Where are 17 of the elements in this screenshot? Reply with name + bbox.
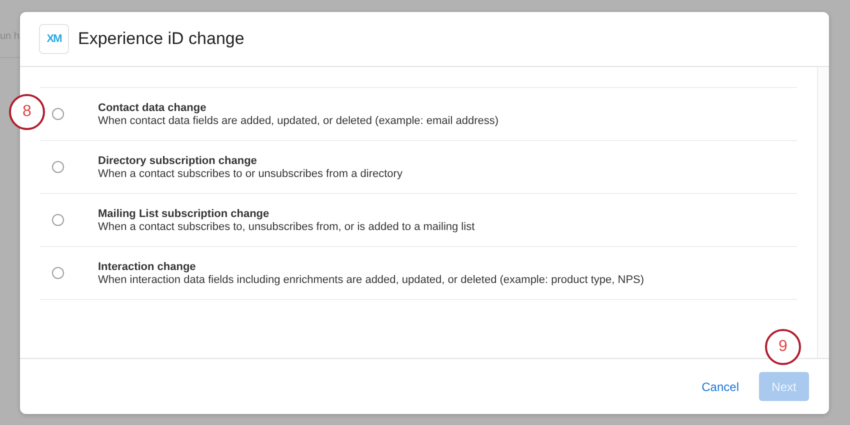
radio-button[interactable]	[52, 267, 64, 279]
cancel-button[interactable]: Cancel	[702, 374, 739, 400]
option-title: Contact data change	[98, 102, 208, 114]
radio-button[interactable]	[52, 214, 64, 226]
logo: XM	[39, 24, 69, 54]
option-description: When a contact subscribes to or unsubscribes from a directory	[98, 168, 402, 180]
radio-button[interactable]	[52, 108, 64, 120]
radio-button[interactable]	[52, 161, 64, 173]
option-title: Interaction change	[98, 260, 197, 272]
callout-number: 8	[9, 94, 45, 130]
option-description: When interaction data fields including enrichments are added, updated, or deleted (example: product type, NPS)	[98, 274, 644, 286]
scrollbar-track[interactable]	[817, 67, 829, 358]
option-title: Mailing List subscription change	[98, 208, 270, 220]
option-description: When a contact subscribes to, unsubscribes from, or is added to a mailing list	[98, 220, 475, 232]
dialog-title: Experience iD change	[78, 29, 244, 49]
option-title: Directory subscription change	[98, 154, 258, 166]
option-description: When contact data fields are added, updated, or deleted (example: email address)	[98, 114, 499, 126]
